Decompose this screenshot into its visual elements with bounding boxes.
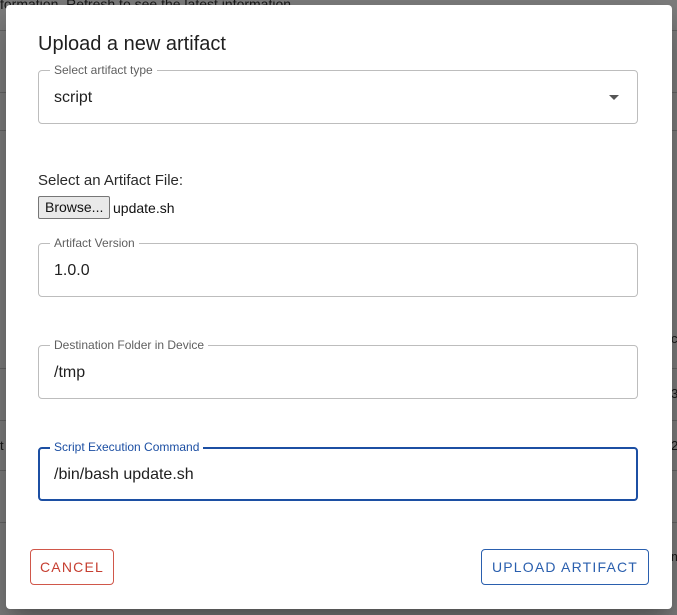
script-command-field[interactable]: Script Execution Command /bin/bash updat… [38, 440, 638, 501]
selected-file-name: update.sh [113, 200, 175, 216]
cancel-button[interactable]: Cancel [30, 549, 114, 585]
artifact-type-label: Select artifact type [50, 63, 157, 77]
upload-artifact-button[interactable]: Upload Artifact [481, 549, 649, 585]
destination-folder-label: Destination Folder in Device [50, 338, 209, 352]
artifact-file-label: Select an Artifact File: [38, 172, 184, 189]
artifact-version-label: Artifact Version [50, 236, 139, 250]
dialog-title: Upload a new artifact [38, 33, 226, 55]
artifact-type-select[interactable]: Select artifact type script [38, 63, 638, 124]
destination-folder-field[interactable]: Destination Folder in Device /tmp [38, 338, 638, 399]
artifact-version-value: 1.0.0 [54, 262, 90, 279]
artifact-type-value: script [54, 89, 93, 106]
browse-button[interactable]: Browse... [38, 196, 111, 219]
dropdown-caret-icon[interactable] [609, 95, 619, 100]
script-command-label: Script Execution Command [50, 440, 204, 454]
destination-folder-value: /tmp [54, 364, 86, 381]
artifact-version-field[interactable]: Artifact Version 1.0.0 [38, 236, 638, 297]
script-command-value: /bin/bash update.sh [54, 466, 194, 483]
upload-artifact-dialog: Upload a new artifact Select artifact ty… [6, 5, 672, 609]
